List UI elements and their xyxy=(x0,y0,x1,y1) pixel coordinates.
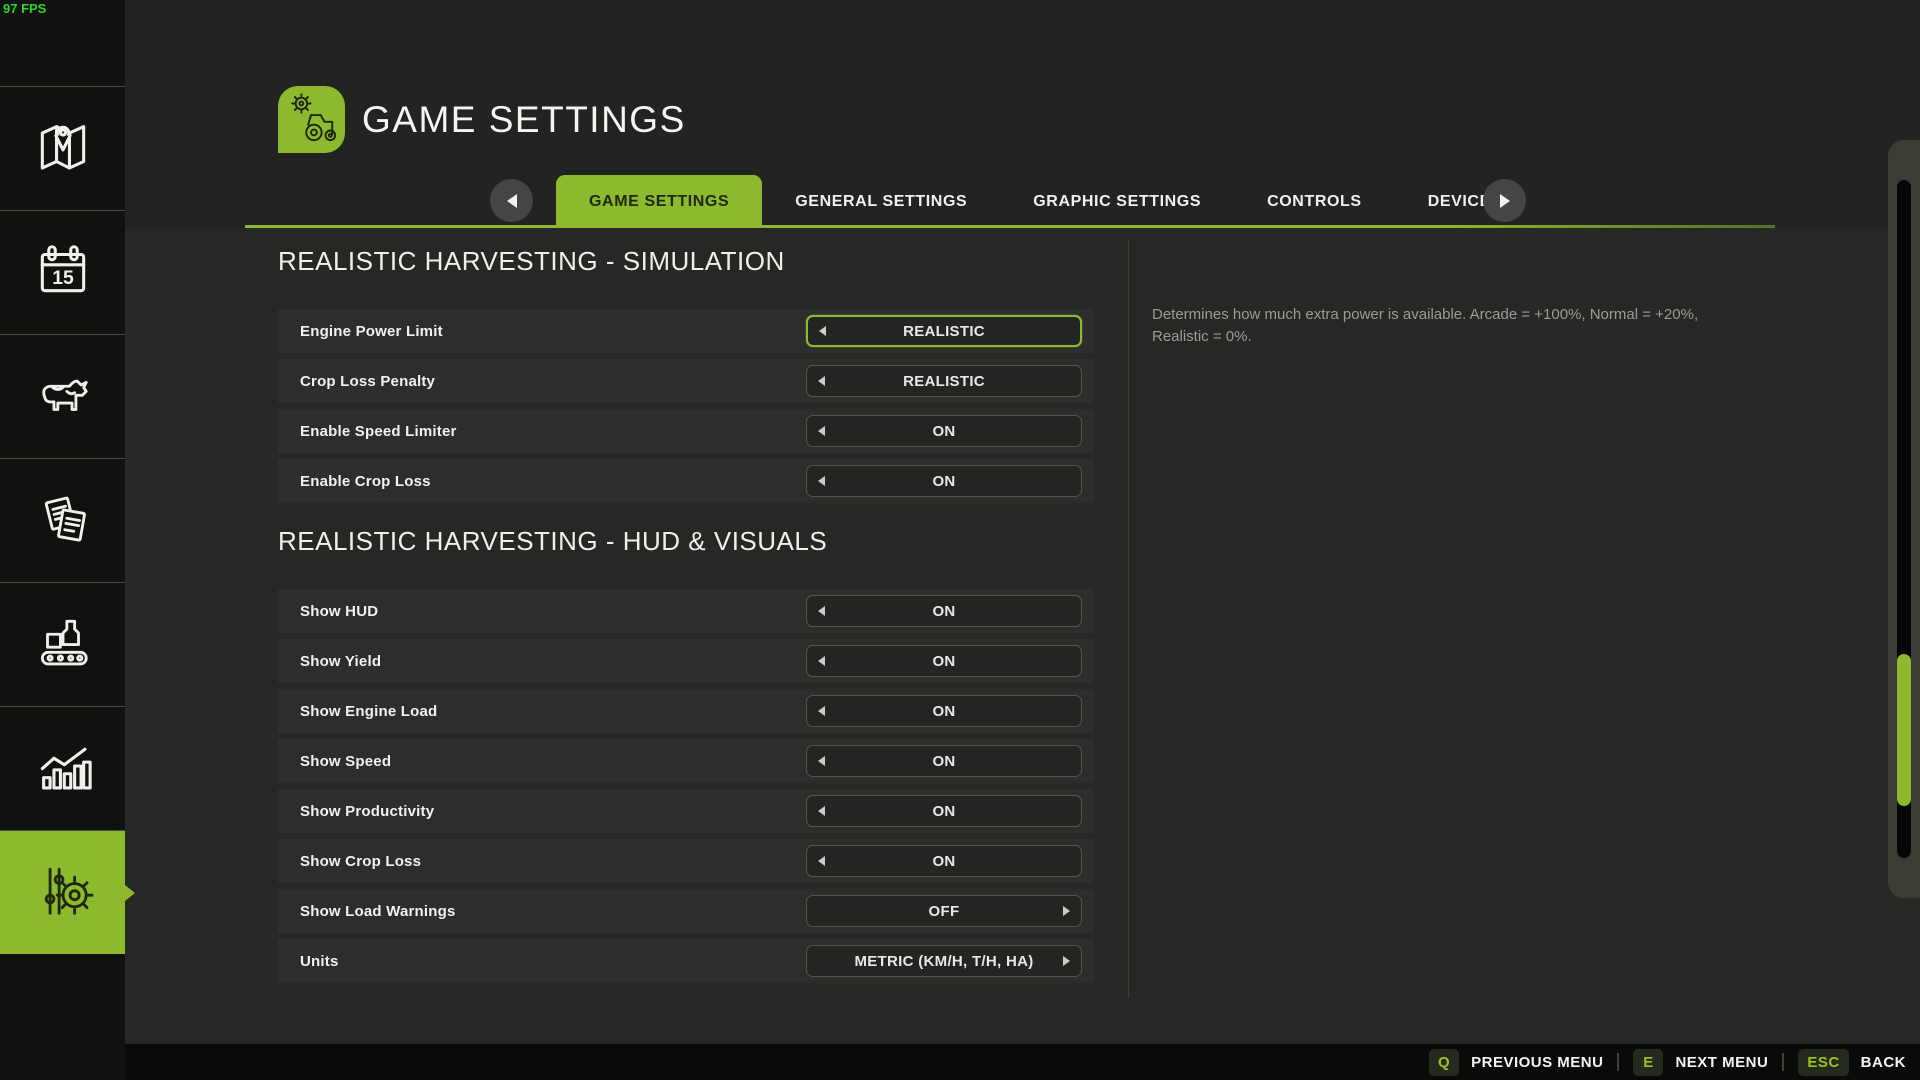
setting-label: Enable Speed Limiter xyxy=(300,409,457,453)
setting-label: Show Crop Loss xyxy=(300,839,421,883)
setting-row-crop-loss-penalty[interactable]: Crop Loss Penalty REALISTIC xyxy=(278,359,1094,403)
setting-value: ON xyxy=(807,796,1081,826)
setting-description: Determines how much extra power is avail… xyxy=(1152,304,1712,348)
section-heading-hud-visuals: REALISTIC HARVESTING - HUD & VISUALS xyxy=(278,526,827,557)
setting-label: Show Productivity xyxy=(300,789,434,833)
setting-row-units[interactable]: Units METRIC (KM/H, T/H, HA) xyxy=(278,939,1094,983)
setting-control-enable-speed-limiter[interactable]: ON xyxy=(806,415,1082,447)
setting-value: ON xyxy=(807,596,1081,626)
setting-value: ON xyxy=(807,846,1081,876)
setting-label: Show Engine Load xyxy=(300,689,437,733)
fps-counter: 97 FPS xyxy=(3,1,46,16)
setting-row-show-crop-loss[interactable]: Show Crop Loss ON xyxy=(278,839,1094,883)
production-icon xyxy=(32,611,94,678)
page-icon xyxy=(278,86,345,153)
footer-label: NEXT MENU xyxy=(1675,1054,1768,1071)
setting-value: ON xyxy=(807,646,1081,676)
setting-row-show-engine-load[interactable]: Show Engine Load ON xyxy=(278,689,1094,733)
setting-value: ON xyxy=(807,466,1081,496)
chevron-left-icon xyxy=(507,194,517,208)
content-divider xyxy=(1128,240,1129,998)
tractor-gear-icon xyxy=(285,90,339,149)
calendar-day: 15 xyxy=(52,267,74,289)
setting-row-engine-power-limit[interactable]: Engine Power Limit REALISTIC xyxy=(278,309,1094,353)
sidebar-item-contracts[interactable] xyxy=(0,458,125,582)
setting-label: Enable Crop Loss xyxy=(300,459,431,503)
setting-control-show-yield[interactable]: ON xyxy=(806,645,1082,677)
setting-label: Crop Loss Penalty xyxy=(300,359,435,403)
contracts-icon xyxy=(32,487,94,554)
increase-arrow-icon[interactable] xyxy=(1063,906,1070,916)
setting-row-show-load-warnings[interactable]: Show Load Warnings OFF xyxy=(278,889,1094,933)
setting-row-show-yield[interactable]: Show Yield ON xyxy=(278,639,1094,683)
setting-row-enable-crop-loss[interactable]: Enable Crop Loss ON xyxy=(278,459,1094,503)
footer-bar: Q PREVIOUS MENU E NEXT MENU ESC BACK xyxy=(0,1044,1920,1080)
setting-control-engine-power-limit[interactable]: REALISTIC xyxy=(806,315,1082,347)
scrollbar-thumb[interactable] xyxy=(1897,654,1911,806)
sidebar-item-settings[interactable] xyxy=(0,830,125,954)
setting-control-enable-crop-loss[interactable]: ON xyxy=(806,465,1082,497)
setting-control-crop-loss-penalty[interactable]: REALISTIC xyxy=(806,365,1082,397)
setting-control-show-crop-loss[interactable]: ON xyxy=(806,845,1082,877)
settings-icon xyxy=(32,859,94,926)
setting-label: Show Load Warnings xyxy=(300,889,456,933)
setting-control-show-productivity[interactable]: ON xyxy=(806,795,1082,827)
footer-back[interactable]: ESC BACK xyxy=(1798,1049,1906,1076)
page-title: GAME SETTINGS xyxy=(362,86,686,153)
setting-label: Units xyxy=(300,939,339,983)
footer-previous-menu[interactable]: Q PREVIOUS MENU xyxy=(1429,1049,1604,1076)
setting-control-show-load-warnings[interactable]: OFF xyxy=(806,895,1082,927)
tab-bar: GAME SETTINGS GENERAL SETTINGS GRAPHIC S… xyxy=(556,175,1535,228)
section-heading-simulation: REALISTIC HARVESTING - SIMULATION xyxy=(278,246,785,277)
statistics-icon xyxy=(32,735,94,802)
setting-value: REALISTIC xyxy=(807,366,1081,396)
sidebar-item-production[interactable] xyxy=(0,582,125,706)
key-badge-e: E xyxy=(1633,1049,1663,1076)
setting-row-show-hud[interactable]: Show HUD ON xyxy=(278,589,1094,633)
setting-label: Show Speed xyxy=(300,739,391,783)
cow-icon xyxy=(32,363,94,430)
setting-row-enable-speed-limiter[interactable]: Enable Speed Limiter ON xyxy=(278,409,1094,453)
setting-label: Show HUD xyxy=(300,589,378,633)
setting-value: ON xyxy=(807,746,1081,776)
setting-value: ON xyxy=(807,416,1081,446)
footer-separator xyxy=(1782,1053,1784,1071)
setting-value: ON xyxy=(807,696,1081,726)
footer-next-menu[interactable]: E NEXT MENU xyxy=(1633,1049,1768,1076)
key-badge-esc: ESC xyxy=(1798,1049,1848,1076)
key-badge-q: Q xyxy=(1429,1049,1459,1076)
footer-label: BACK xyxy=(1861,1054,1906,1071)
setting-value: REALISTIC xyxy=(808,317,1080,345)
calendar-icon: 15 xyxy=(32,239,94,306)
tab-game-settings[interactable]: GAME SETTINGS xyxy=(556,175,762,228)
footer-label: PREVIOUS MENU xyxy=(1471,1054,1603,1071)
setting-control-show-speed[interactable]: ON xyxy=(806,745,1082,777)
sidebar: 15 xyxy=(0,0,125,1080)
chevron-right-icon xyxy=(1500,194,1510,208)
tab-general-settings[interactable]: GENERAL SETTINGS xyxy=(762,175,1000,228)
footer-separator xyxy=(1617,1053,1619,1071)
tab-underline xyxy=(245,225,1775,228)
setting-value: OFF xyxy=(807,896,1081,926)
sidebar-item-animals[interactable] xyxy=(0,334,125,458)
increase-arrow-icon[interactable] xyxy=(1063,956,1070,966)
setting-label: Show Yield xyxy=(300,639,381,683)
sidebar-item-calendar[interactable]: 15 xyxy=(0,210,125,334)
setting-control-show-hud[interactable]: ON xyxy=(806,595,1082,627)
tab-controls[interactable]: CONTROLS xyxy=(1234,175,1395,228)
setting-row-show-productivity[interactable]: Show Productivity ON xyxy=(278,789,1094,833)
setting-label: Engine Power Limit xyxy=(300,309,443,353)
setting-control-units[interactable]: METRIC (KM/H, T/H, HA) xyxy=(806,945,1082,977)
tabs-prev-button[interactable] xyxy=(490,179,533,222)
sidebar-item-map[interactable] xyxy=(0,86,125,210)
game-settings-screen: 97 FPS 15 xyxy=(0,0,1920,1080)
setting-row-show-speed[interactable]: Show Speed ON xyxy=(278,739,1094,783)
map-icon xyxy=(32,115,94,182)
tab-graphic-settings[interactable]: GRAPHIC SETTINGS xyxy=(1000,175,1234,228)
sidebar-item-statistics[interactable] xyxy=(0,706,125,830)
setting-control-show-engine-load[interactable]: ON xyxy=(806,695,1082,727)
active-menu-pointer-icon xyxy=(125,885,135,901)
tabs-next-button[interactable] xyxy=(1483,179,1526,222)
setting-value: METRIC (KM/H, T/H, HA) xyxy=(807,946,1081,976)
